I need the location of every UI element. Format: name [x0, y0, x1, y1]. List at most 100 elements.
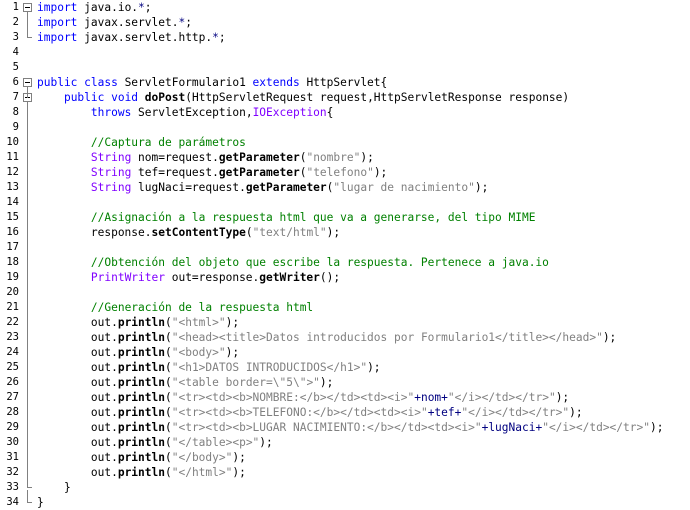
code-line[interactable]: 2 import javax.servlet.*; [0, 15, 690, 30]
code-line[interactable]: 15 //Asignación a la respuesta html que … [0, 210, 690, 225]
code-text[interactable]: out.println("</table><p>"); [37, 435, 273, 450]
code-line[interactable]: 23 out.println("<head><title>Datos intro… [0, 330, 690, 345]
code-token: "<tr><td><b>TELEFONO:</b></td><td><i>" [171, 406, 428, 419]
code-token: out. [37, 451, 118, 464]
fold-guide-line [21, 405, 33, 420]
code-text[interactable]: out.println("<tr><td><b>TELEFONO:</b></t… [37, 405, 583, 420]
code-token: String [90, 151, 132, 164]
code-line[interactable]: 9 [0, 120, 690, 135]
fold-collapse-icon[interactable] [21, 75, 33, 90]
code-token: getParameter [245, 181, 327, 194]
code-text[interactable]: PrintWriter out=response.getWriter(); [37, 270, 340, 285]
code-line[interactable]: 6 public class ServletFormulario1 extends… [0, 75, 690, 90]
code-text[interactable]: String lugNaci=request.getParameter("lug… [37, 180, 488, 195]
line-number: 27 [6, 391, 19, 403]
code-token: IOException [252, 106, 327, 119]
code-token: } [37, 496, 44, 509]
code-text[interactable]: import java.io.*; [37, 0, 152, 15]
code-text[interactable]: throws ServletException,IOException{ [37, 105, 334, 120]
code-line[interactable]: 8 throws ServletException,IOException{ [0, 105, 690, 120]
fold-guide-line [21, 465, 33, 480]
fold-guide-line [21, 120, 33, 135]
fold-margin [21, 60, 33, 75]
fold-guide-line [21, 270, 33, 285]
code-token: println [117, 346, 165, 359]
code-line[interactable]: 1 import java.io.*; [0, 0, 690, 15]
code-token: ); [225, 346, 240, 359]
line-number: 13 [6, 181, 19, 193]
code-token: HttpServlet{ [299, 76, 388, 89]
line-number: 15 [6, 211, 19, 223]
code-line[interactable]: 31 out.println("</body>"); [0, 450, 690, 465]
code-token: println [117, 316, 165, 329]
code-line[interactable]: 24 out.println("<body>"); [0, 345, 690, 360]
line-number: 11 [6, 151, 19, 163]
code-token: println [117, 376, 165, 389]
code-text[interactable]: String tef=request.getParameter("telefon… [37, 165, 387, 180]
code-token: +lugNaci+ [481, 421, 543, 434]
code-text[interactable]: out.println("<table border=\"5\">"); [37, 375, 334, 390]
code-text[interactable]: //Generación de la respuesta html [37, 300, 313, 315]
code-line[interactable]: 26 out.println("<table border=\"5\">"); [0, 375, 690, 390]
code-text[interactable]: out.println("<h1>DATOS INTRODUCIDOS</h1>… [37, 360, 381, 375]
code-text[interactable]: //Obtención del objeto que escribe la re… [37, 255, 549, 270]
code-token: //Obtención del objeto que escribe la re… [90, 256, 549, 269]
code-line[interactable]: 28 out.println("<tr><td><b>TELEFONO:</b>… [0, 405, 690, 420]
code-line[interactable]: 17 [0, 240, 690, 255]
code-text[interactable]: //Captura de parámetros [37, 135, 246, 150]
code-text[interactable]: import javax.servlet.http.*; [37, 30, 226, 45]
code-text[interactable]: public void doPost(HttpServletRequest re… [37, 90, 569, 105]
code-text[interactable]: out.println("<tr><td><b>NOMBRE:</b></td>… [37, 390, 569, 405]
code-text[interactable]: out.println("<html>"); [37, 315, 239, 330]
code-line[interactable]: 10 //Captura de parámetros [0, 135, 690, 150]
code-line[interactable]: 5 [0, 60, 690, 75]
code-token: out. [37, 391, 118, 404]
code-line[interactable]: 20 [0, 285, 690, 300]
line-number: 20 [6, 286, 19, 298]
code-token: PrintWriter [90, 271, 165, 284]
code-text[interactable]: } [37, 495, 44, 510]
code-line[interactable]: 27 out.println("<tr><td><b>NOMBRE:</b></… [0, 390, 690, 405]
code-line[interactable]: 19 PrintWriter out=response.getWriter(); [0, 270, 690, 285]
fold-guide-line [21, 300, 33, 315]
code-line[interactable]: 18 //Obtención del objeto que escribe la… [0, 255, 690, 270]
code-text[interactable]: out.println("<body>"); [37, 345, 239, 360]
fold-collapse-icon[interactable] [21, 90, 33, 105]
code-line[interactable]: 32 out.println("</html>"); [0, 465, 690, 480]
code-text[interactable]: out.println("</html>"); [37, 465, 246, 480]
code-text[interactable]: public class ServletFormulario1 extends … [37, 75, 387, 90]
code-line[interactable]: 30 out.println("</table><p>"); [0, 435, 690, 450]
code-token: ( [164, 376, 172, 389]
code-token: ( [164, 331, 172, 344]
code-line[interactable]: 21 //Generación de la respuesta html [0, 300, 690, 315]
code-line[interactable]: 34} [0, 495, 690, 510]
code-line[interactable]: 14 [0, 195, 690, 210]
code-line[interactable]: 3 import javax.servlet.http.*; [0, 30, 690, 45]
code-text[interactable]: out.println("</body>"); [37, 450, 246, 465]
code-line[interactable]: 4 [0, 45, 690, 60]
code-text[interactable]: out.println("<tr><td><b>LUGAR NACIMIENTO… [37, 420, 664, 435]
code-line[interactable]: 13 String lugNaci=request.getParameter("… [0, 180, 690, 195]
code-line[interactable]: 7 public void doPost(HttpServletRequest … [0, 90, 690, 105]
code-text[interactable]: response.setContentType("text/html"); [37, 225, 340, 240]
code-editor[interactable]: 1 import java.io.*; 2 import javax.servlet.… [0, 0, 690, 509]
code-text[interactable]: import javax.servlet.*; [37, 15, 192, 30]
code-line[interactable]: 25 out.println("<h1>DATOS INTRODUCIDOS</… [0, 360, 690, 375]
code-line[interactable]: 11 String nom=request.getParameter("nomb… [0, 150, 690, 165]
fold-collapse-icon[interactable] [21, 0, 33, 15]
code-line[interactable]: 29 out.println("<tr><td><b>LUGAR NACIMIE… [0, 420, 690, 435]
code-token: String [90, 166, 132, 179]
code-line[interactable]: 16 response.setContentType("text/html"); [0, 225, 690, 240]
fold-guide-line [21, 315, 33, 330]
code-text[interactable]: String nom=request.getParameter("nombre"… [37, 150, 374, 165]
code-text[interactable]: //Asignación a la respuesta html que va … [37, 210, 536, 225]
code-line[interactable]: 33 } [0, 480, 690, 495]
code-token: "<table border=\"5\">" [171, 376, 320, 389]
code-line[interactable]: 12 String tef=request.getParameter("tele… [0, 165, 690, 180]
code-token: out. [37, 406, 118, 419]
code-line[interactable]: 22 out.println("<html>"); [0, 315, 690, 330]
code-text[interactable]: out.println("<head><title>Datos introduc… [37, 330, 616, 345]
code-text[interactable]: } [37, 480, 71, 495]
